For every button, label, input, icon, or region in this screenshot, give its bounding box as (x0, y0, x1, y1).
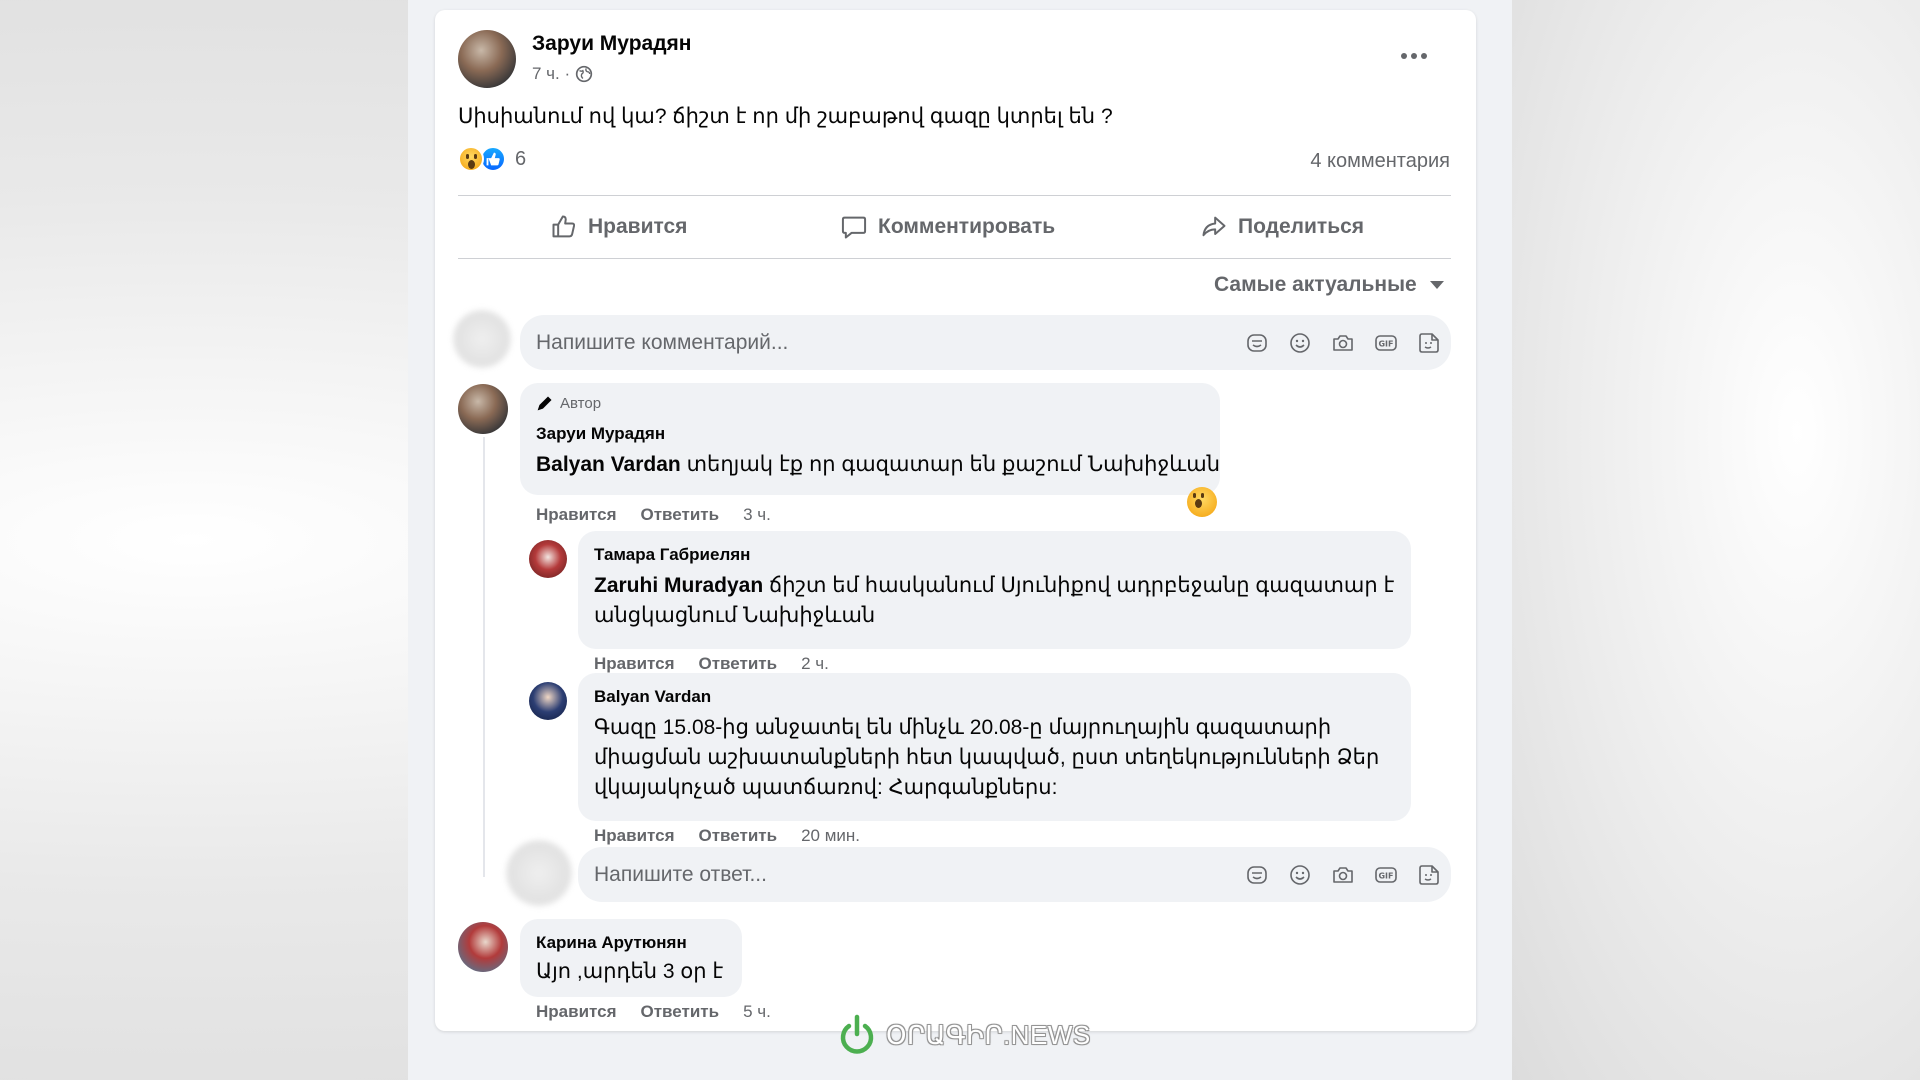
post-text: Սիսիանում ով կա? ճիշտ է որ մի շաբաթով գա… (458, 105, 1113, 128)
reply-like-link[interactable]: Нравится (594, 654, 675, 674)
sort-label: Самые актуальные (1214, 273, 1417, 296)
reply-time[interactable]: 2 ч. (801, 654, 829, 674)
reply-mention[interactable]: Zaruhi Muradyan (594, 574, 763, 597)
watermark-text: ՕՐԱԳԻՐ.NEWS (886, 1019, 1091, 1050)
comment-like-link[interactable]: Нравится (536, 1002, 617, 1022)
reply-actions: Нравится Ответить 2 ч. (594, 654, 829, 674)
background-right (1510, 0, 1920, 1080)
share-button-label: Поделиться (1238, 215, 1365, 238)
comment-tools: GIF (1245, 315, 1441, 370)
globe-icon (576, 65, 593, 83)
avatar-sticker-icon[interactable] (1245, 863, 1269, 887)
current-user-avatar (453, 310, 511, 368)
reaction-count: 6 (515, 148, 527, 170)
reply-body-line2: անցկացնում Նախիջևան (594, 604, 876, 627)
reply-reply-link[interactable]: Ответить (699, 826, 778, 846)
wow-reaction-icon (458, 146, 484, 172)
thumbs-up-icon (552, 215, 576, 238)
comment-avatar[interactable] (458, 384, 508, 434)
comment-reply-link[interactable]: Ответить (641, 505, 720, 525)
comment-input[interactable] (536, 315, 1056, 370)
svg-text:GIF: GIF (1378, 339, 1393, 348)
comment-input-box[interactable]: GIF (520, 315, 1451, 370)
comment-reply-link[interactable]: Ответить (641, 1002, 720, 1022)
comment-avatar[interactable] (458, 922, 508, 972)
comment-bubble: Карина Арутюнян Այո ,արդեն 3 օր է (520, 919, 742, 997)
sort-dropdown[interactable]: Самые актуальные (1214, 273, 1445, 297)
svg-text:GIF: GIF (1378, 871, 1393, 880)
like-button-label: Нравится (588, 215, 688, 238)
share-icon (1202, 216, 1226, 237)
avatar-sticker-icon[interactable] (1245, 331, 1269, 355)
camera-icon[interactable] (1331, 863, 1355, 887)
reply-like-link[interactable]: Нравится (594, 826, 675, 846)
comments-count[interactable]: 4 комментария (1310, 150, 1450, 173)
post-author-name[interactable]: Заруи Мурадян (532, 32, 691, 56)
post-time[interactable]: 7 ч. · (532, 64, 570, 84)
comment-body: տեղյակ էք որ գազատար են քաշում Նախիջևան (680, 453, 1221, 476)
emoji-icon[interactable] (1288, 863, 1312, 887)
camera-icon[interactable] (1331, 331, 1355, 355)
share-button[interactable]: Поделиться (1200, 213, 1364, 241)
pencil-icon (537, 396, 552, 411)
post-meta: 7 ч. · (532, 64, 593, 84)
comment-author-name[interactable]: Карина Арутюнян (536, 933, 687, 953)
comment-time[interactable]: 3 ч. (743, 505, 771, 525)
comment-mention[interactable]: Balyan Vardan (536, 453, 681, 476)
post-author-avatar[interactable] (458, 30, 516, 88)
reply-input[interactable] (594, 847, 1074, 902)
watermark: ՕՐԱԳԻՐ.NEWS (838, 1014, 1091, 1056)
divider-top (458, 195, 1451, 196)
reply-body-line3: վկայակոչած պատճառով: Հարգանքներս: (594, 776, 1058, 799)
reply-body-line2: միացման աշխատանքների հետ կապված, ըստ տեղ… (594, 746, 1380, 769)
reactions-summary[interactable]: 6 (458, 146, 548, 176)
author-badge-label: Автор (560, 394, 602, 412)
reply-avatar[interactable] (529, 682, 567, 720)
sticker-icon[interactable] (1417, 863, 1441, 887)
emoji-icon[interactable] (1288, 331, 1312, 355)
reply-bubble: Тамара Габриелян Zaruhi Muradyan ճիշտ եմ… (578, 531, 1411, 649)
gif-icon[interactable]: GIF (1374, 863, 1398, 887)
comment-actions: Нравится Ответить 5 ч. (536, 1002, 771, 1022)
reply-body-line1: ճիշտ եմ հասկանում Սյունիքով ադրբեջանը գա… (763, 574, 1395, 597)
comment-like-link[interactable]: Нравится (536, 505, 617, 525)
reply-author-name[interactable]: Тамара Габриелян (594, 545, 750, 565)
comment-icon (841, 216, 867, 239)
comment-bubble: Автор Заруи Мурадян Balyan Vardan տեղյակ… (520, 383, 1220, 495)
comment-wow-reaction-icon[interactable] (1187, 487, 1217, 517)
like-button[interactable]: Нравится (550, 213, 687, 241)
reply-user-avatar (506, 840, 572, 906)
reply-body-line1: Գազը 15.08-ից անջատել են մինչև 20.08-ը մ… (594, 716, 1332, 739)
comment-button-label: Комментировать (878, 215, 1056, 238)
power-logo-icon (840, 1014, 874, 1054)
author-badge: Автор (536, 394, 601, 412)
reply-actions: Нравится Ответить 20 мин. (594, 826, 860, 846)
reply-tools: GIF (1245, 847, 1441, 902)
caret-down-icon (1429, 281, 1444, 289)
comment-actions: Нравится Ответить 3 ч. (536, 505, 771, 525)
reply-input-box[interactable]: GIF (578, 847, 1451, 902)
comment-author-name[interactable]: Заруи Мурадян (536, 424, 665, 444)
reply-author-name[interactable]: Balyan Vardan (594, 687, 711, 707)
gif-icon[interactable]: GIF (1374, 331, 1398, 355)
reply-bubble: Balyan Vardan Գազը 15.08-ից անջատել են մ… (578, 673, 1411, 821)
reply-text: Zaruhi Muradyan ճիշտ եմ հասկանում Սյունի… (594, 571, 1394, 631)
reply-text: Գազը 15.08-ից անջատել են մինչև 20.08-ը մ… (594, 713, 1379, 803)
sticker-icon[interactable] (1417, 331, 1441, 355)
comment-text: Այո ,արդեն 3 օր է (536, 960, 724, 983)
comment-button[interactable]: Комментировать (840, 213, 1055, 241)
comment-time[interactable]: 5 ч. (743, 1002, 771, 1022)
post-card: Заруи Мурадян 7 ч. · Սիսիանում ով կա? ճի… (435, 10, 1476, 1031)
comment-text: Balyan Vardan տեղյակ էք որ գազատար են քա… (536, 450, 1220, 480)
reply-reply-link[interactable]: Ответить (699, 654, 778, 674)
reply-time[interactable]: 20 мин. (801, 826, 860, 846)
more-options-icon[interactable] (1401, 50, 1431, 62)
reply-avatar[interactable] (529, 540, 567, 578)
thread-line (483, 437, 485, 877)
divider-bottom (458, 258, 1451, 259)
